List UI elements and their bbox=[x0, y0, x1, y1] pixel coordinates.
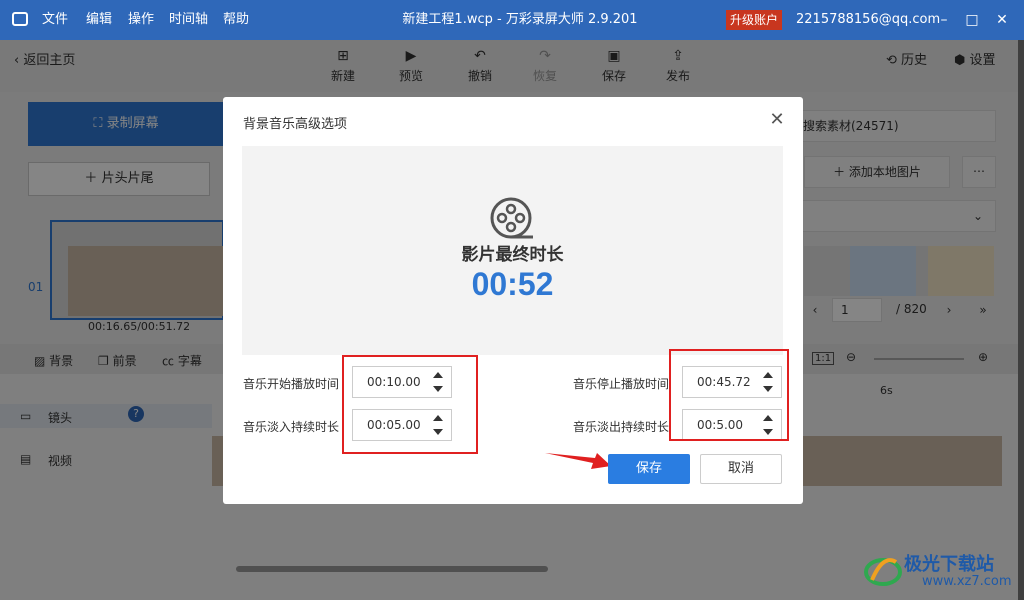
menu-file[interactable]: 文件 bbox=[42, 0, 68, 40]
window-title: 新建工程1.wcp - 万彩录屏大师 2.9.201 bbox=[402, 12, 638, 27]
menu-help[interactable]: 帮助 bbox=[223, 0, 249, 40]
fade-out-label: 音乐淡出持续时长 bbox=[573, 420, 670, 434]
red-arrow-icon bbox=[545, 453, 611, 469]
watermark-url: www.xz7.com bbox=[922, 574, 1012, 589]
music-stop-label: 音乐停止播放时间 bbox=[573, 377, 670, 391]
final-duration-value: 00:52 bbox=[471, 266, 554, 302]
minimize-icon[interactable]: – bbox=[934, 10, 954, 30]
account-email[interactable]: 2215788156@qq.com bbox=[796, 0, 940, 40]
menu-operation[interactable]: 操作 bbox=[128, 0, 154, 40]
app-logo-icon bbox=[12, 12, 28, 26]
final-duration-panel: 影片最终时长 00:52 bbox=[242, 146, 783, 355]
menu-timeline[interactable]: 时间轴 bbox=[169, 0, 208, 40]
maximize-icon[interactable]: □ bbox=[962, 10, 982, 30]
bgm-advanced-dialog: 背景音乐高级选项 ✕ 影片最终时长 00:52 音乐开始播放时间 00:10.0… bbox=[223, 97, 803, 504]
music-start-label: 音乐开始播放时间 bbox=[243, 377, 340, 391]
highlight-box-right bbox=[669, 349, 789, 441]
title-bar: 文件 编辑 操作 时间轴 帮助 新建工程1.wcp - 万彩录屏大师 2.9.2… bbox=[0, 0, 1024, 40]
close-window-icon[interactable]: ✕ bbox=[992, 10, 1012, 30]
watermark: 极光下载站 www.xz7.com bbox=[860, 548, 1020, 596]
watermark-logo-icon bbox=[864, 558, 902, 586]
upgrade-account-button[interactable]: 升级账户 bbox=[726, 10, 782, 30]
highlight-box-left bbox=[342, 355, 478, 454]
film-reel-icon bbox=[490, 197, 533, 239]
save-button[interactable]: 保存 bbox=[608, 454, 690, 484]
final-duration-label: 影片最终时长 bbox=[461, 245, 564, 265]
watermark-name: 极光下载站 bbox=[904, 554, 994, 574]
menu-edit[interactable]: 编辑 bbox=[86, 0, 112, 40]
cancel-button[interactable]: 取消 bbox=[700, 454, 782, 484]
dialog-title: 背景音乐高级选项 bbox=[243, 117, 348, 132]
close-icon[interactable]: ✕ bbox=[767, 110, 787, 130]
fade-in-label: 音乐淡入持续时长 bbox=[243, 420, 340, 434]
